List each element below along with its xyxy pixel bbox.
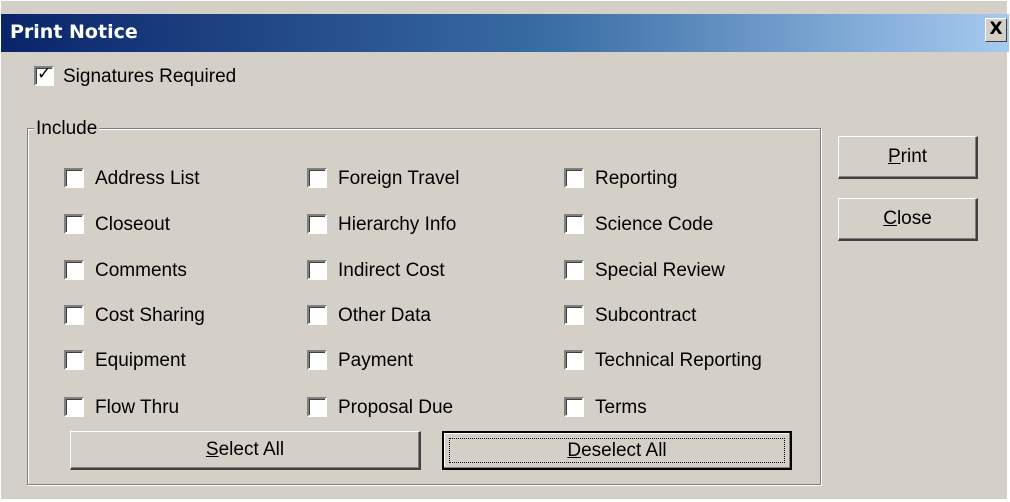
signatures-required-label[interactable]: Signatures Required (63, 66, 236, 88)
print-label: Print (888, 137, 927, 177)
label-indirect-cost[interactable]: Indirect Cost (338, 260, 445, 282)
checkbox-hierarchy-info[interactable] (307, 214, 327, 234)
label-science-code[interactable]: Science Code (595, 214, 713, 236)
check-icon: ✓ (37, 64, 52, 84)
label-hierarchy-info[interactable]: Hierarchy Info (338, 214, 456, 236)
title-bar: Print Notice (1, 14, 1009, 52)
label-payment[interactable]: Payment (338, 350, 413, 372)
signatures-required-checkbox[interactable]: ✓ (34, 64, 54, 86)
close-window-button[interactable]: X (985, 18, 1007, 42)
label-special-review[interactable]: Special Review (595, 260, 725, 282)
print-rest: rint (900, 146, 928, 167)
select-all-label: Select All (206, 432, 284, 467)
close-mnemonic: C (883, 208, 897, 229)
checkbox-indirect-cost[interactable] (307, 260, 327, 280)
print-button[interactable]: Print (838, 136, 978, 179)
label-technical-reporting[interactable]: Technical Reporting (595, 350, 762, 372)
label-foreign-travel[interactable]: Foreign Travel (338, 168, 459, 190)
checkbox-proposal-due[interactable] (307, 397, 327, 417)
checkbox-flow-thru[interactable] (64, 397, 84, 417)
focus-rectangle (449, 438, 785, 463)
checkbox-payment[interactable] (307, 350, 327, 370)
checkbox-reporting[interactable] (564, 168, 584, 188)
checkbox-science-code[interactable] (564, 214, 584, 234)
close-rest: lose (896, 208, 932, 229)
print-notice-dialog: Print Notice X ✓ Signatures Required Inc… (0, 0, 1009, 500)
select-all-mnemonic: S (205, 439, 219, 460)
deselect-all-button[interactable]: Deselect All (442, 431, 792, 470)
checkbox-terms[interactable] (564, 397, 584, 417)
label-comments[interactable]: Comments (95, 260, 187, 282)
close-icon: X (989, 19, 1003, 39)
close-button[interactable]: Close (838, 198, 978, 241)
label-other-data[interactable]: Other Data (338, 305, 431, 327)
checkbox-special-review[interactable] (564, 260, 584, 280)
select-all-rest: elect All (218, 439, 285, 460)
label-equipment[interactable]: Equipment (95, 350, 186, 372)
label-proposal-due[interactable]: Proposal Due (338, 397, 453, 419)
checkbox-equipment[interactable] (64, 350, 84, 370)
label-flow-thru[interactable]: Flow Thru (95, 397, 179, 419)
checkbox-closeout[interactable] (64, 214, 84, 234)
label-subcontract[interactable]: Subcontract (595, 305, 696, 327)
include-group-label: Include (34, 118, 100, 140)
label-closeout[interactable]: Closeout (95, 214, 170, 236)
checkbox-subcontract[interactable] (564, 305, 584, 325)
label-terms[interactable]: Terms (595, 397, 647, 419)
window-title: Print Notice (10, 21, 138, 43)
select-all-button[interactable]: Select All (70, 431, 421, 470)
checkbox-foreign-travel[interactable] (307, 168, 327, 188)
checkbox-technical-reporting[interactable] (564, 350, 584, 370)
checkbox-cost-sharing[interactable] (64, 305, 84, 325)
label-reporting[interactable]: Reporting (595, 168, 677, 190)
print-mnemonic: P (887, 146, 901, 167)
checkbox-comments[interactable] (64, 260, 84, 280)
close-label: Close (883, 199, 932, 239)
checkbox-address-list[interactable] (64, 168, 84, 188)
label-cost-sharing[interactable]: Cost Sharing (95, 305, 205, 327)
checkbox-other-data[interactable] (307, 305, 327, 325)
label-address-list[interactable]: Address List (95, 168, 200, 190)
